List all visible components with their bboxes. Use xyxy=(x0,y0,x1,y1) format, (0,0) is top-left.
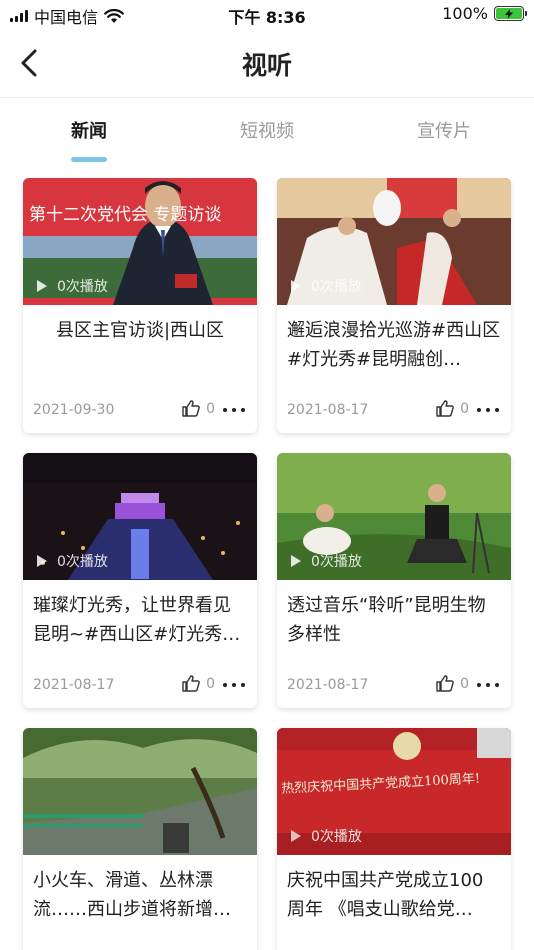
like-count: 0 xyxy=(460,400,469,417)
play-count: 0次播放 xyxy=(57,279,108,295)
thumbs-up-icon xyxy=(436,675,454,692)
video-date: 2021-08-17 xyxy=(287,677,369,693)
video-thumbnail: 0次播放 xyxy=(277,453,511,580)
video-card[interactable]: 0次播放 璀璨灯光秀，让世界看见昆明~#西山区#灯光秀… 2021-08-17 … xyxy=(23,453,257,708)
video-thumbnail: 第十二次党代会 专题访谈 0次播放 xyxy=(23,178,257,305)
banner-text: 第十二次党代会 专题访谈 xyxy=(29,205,222,225)
video-thumbnail: 0次播放 xyxy=(277,178,511,305)
video-card[interactable]: 小火车、滑道、丛林漂流……西山步道将新增… xyxy=(23,728,257,950)
tab-short-video[interactable]: 短视频 xyxy=(217,117,317,143)
video-thumbnail: 热烈庆祝中国共产党成立100周年! 0次播放 xyxy=(277,728,511,855)
play-count: 0次播放 xyxy=(311,279,362,295)
page-title: 视听 xyxy=(241,51,292,80)
video-thumbnail xyxy=(23,728,257,855)
video-title: 小火车、滑道、丛林漂流……西山步道将新增… xyxy=(33,870,231,920)
more-options-button[interactable] xyxy=(477,675,499,695)
play-icon xyxy=(291,830,301,842)
play-icon xyxy=(291,555,301,567)
video-card[interactable]: 0次播放 透过音乐“聆听”昆明生物多样性 2021-08-17 0 xyxy=(277,453,511,708)
video-title: 邂逅浪漫拾光巡游#西山区#灯光秀#昆明融创… xyxy=(287,320,501,370)
play-count: 0次播放 xyxy=(57,554,108,570)
status-bar: 中国电信 下午 8:36 100% xyxy=(0,0,534,28)
video-title: 透过音乐“聆听”昆明生物多样性 xyxy=(287,595,486,645)
tab-bar: 新闻 短视频 宣传片 xyxy=(0,99,534,165)
like-button[interactable]: 0 xyxy=(182,400,215,417)
battery-icon xyxy=(494,6,527,21)
like-count: 0 xyxy=(206,675,215,692)
thumbnail-image xyxy=(23,728,257,855)
video-title: 庆祝中国共产党成立100周年 《唱支山歌给党… xyxy=(287,870,484,920)
thumbs-up-icon xyxy=(182,675,200,692)
like-button[interactable]: 0 xyxy=(436,400,469,417)
video-title: 璀璨灯光秀，让世界看见昆明~#西山区#灯光秀… xyxy=(33,595,241,645)
tab-promo[interactable]: 宣传片 xyxy=(394,117,494,143)
video-thumbnail: 0次播放 xyxy=(23,453,257,580)
video-card[interactable]: 0次播放 邂逅浪漫拾光巡游#西山区#灯光秀#昆明融创… 2021-08-17 0 xyxy=(277,178,511,433)
play-icon xyxy=(37,280,47,292)
video-date: 2021-08-17 xyxy=(287,402,369,418)
battery-percent: 100% xyxy=(442,4,488,23)
video-title: 县区主官访谈|西山区 xyxy=(55,320,225,341)
like-count: 0 xyxy=(206,400,215,417)
charging-bolt-icon xyxy=(505,8,513,19)
active-tab-indicator xyxy=(71,157,107,162)
more-options-button[interactable] xyxy=(223,675,245,695)
tab-news[interactable]: 新闻 xyxy=(39,117,139,143)
play-count: 0次播放 xyxy=(311,829,362,845)
play-icon xyxy=(37,555,47,567)
navigation-bar: 视听 xyxy=(0,28,534,98)
thumbs-up-icon xyxy=(182,400,200,417)
like-count: 0 xyxy=(460,675,469,692)
like-button[interactable]: 0 xyxy=(436,675,469,692)
video-date: 2021-09-30 xyxy=(33,402,115,418)
more-options-button[interactable] xyxy=(477,400,499,420)
play-icon xyxy=(291,280,301,292)
play-count: 0次播放 xyxy=(311,554,362,570)
video-card[interactable]: 热烈庆祝中国共产党成立100周年! 0次播放 庆祝中国共产党成立100周年 《唱… xyxy=(277,728,511,950)
like-button[interactable]: 0 xyxy=(182,675,215,692)
thumbs-up-icon xyxy=(436,400,454,417)
video-card[interactable]: 第十二次党代会 专题访谈 0次播放 县区主官访谈|西山区 2021-09-30 … xyxy=(23,178,257,433)
video-date: 2021-08-17 xyxy=(33,677,115,693)
more-options-button[interactable] xyxy=(223,400,245,420)
